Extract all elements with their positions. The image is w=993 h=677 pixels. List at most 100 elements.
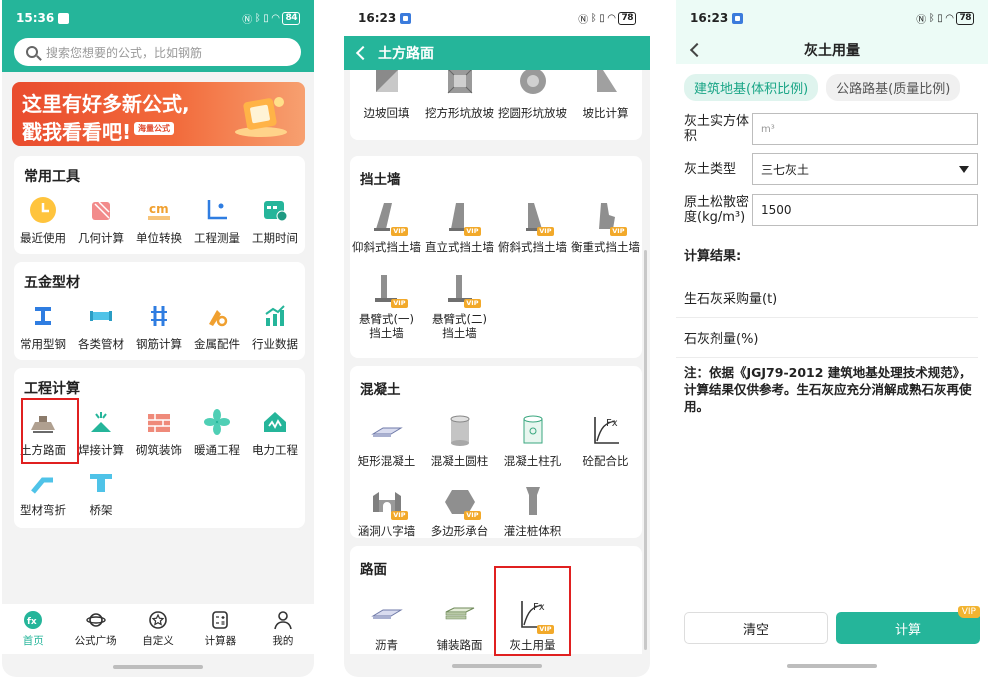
item-concrete-column-hole[interactable]: 混凝土柱孔 [496,414,569,468]
tab-formula-square[interactable]: 公式广场 [64,604,126,654]
item-vertical-wall[interactable]: VIP 直立式挡土墙 [423,200,496,254]
tab-home[interactable]: fx 首页 [2,604,64,654]
nav-bar: 灰土用量 [676,36,988,64]
tab-custom[interactable]: 自定义 [127,604,189,654]
tab-label: 自定义 [142,635,174,647]
volume-input[interactable]: m³ [752,113,978,145]
density-input[interactable]: 1500 [752,194,978,226]
item-cantilever-wall-2[interactable]: VIP 悬臂式(二)挡土墙 [423,272,496,340]
tool-label: 行业数据 [252,337,298,351]
search-icon [26,46,38,58]
toggle-building-foundation[interactable]: 建筑地基(体积比例) [684,74,819,101]
tool-label: 工期时间 [252,231,298,245]
item-rect-concrete[interactable]: 矩形混凝土 [350,414,423,468]
item-polygon-cap[interactable]: VIP 多边形承台 [423,484,496,538]
tool-steel-section[interactable]: 常用型钢 [14,302,72,362]
calculate-button[interactable]: 计算 VIP [836,606,980,644]
tool-profile-bend[interactable]: 型材弯折 [14,468,72,528]
item-label: 悬臂式(一)挡土墙 [359,312,414,340]
item-label: 灌注桩体积 [503,524,562,538]
tab-label: 我的 [272,635,294,647]
lime-soil-calculator-screen: 16:23 Ⓝ ᛒ ▯ ◠ 78 灰土用量 建筑地基(体积比例) 公路路基(质量… [676,0,988,677]
item-slope-backfill[interactable]: 边坡回填 [350,70,423,120]
tool-label: 钢筋计算 [136,337,182,351]
battery-icon: 78 [618,11,636,25]
card-title-common-tools: 常用工具 [24,169,80,185]
back-chevron-icon[interactable] [689,42,705,58]
vibrate-icon: ▯ [937,12,943,24]
item-inclined-wall[interactable]: VIP 仰斜式挡土墙 [350,200,423,254]
home-indicator [113,665,203,669]
tool-welding[interactable]: 焊接计算 [72,408,130,468]
home-indicator [787,664,877,668]
tool-cable-tray[interactable]: 桥架 [72,468,130,528]
item-asphalt[interactable]: 沥青 [350,598,423,652]
earthwork-list-screen: 16:23 Ⓝ ᛒ ▯ ◠ 78 土方路面 边坡回填 挖方形坑放坡 挖圆形坑放坡… [344,0,650,677]
tool-label: 焊接计算 [78,443,124,457]
item-mix-ratio[interactable]: Fx 砼配合比 [569,414,642,468]
tab-mine[interactable]: 我的 [252,604,314,654]
banner-tag: 海量公式 [134,122,174,135]
mode-toggle: 建筑地基(体积比例) 公路路基(质量比例) [676,64,988,101]
card-common-tools: 常用工具 最近使用 几何计算 cm 单位转换 工程测量 工期时间 [14,156,305,254]
status-time: 16:23 [358,11,397,25]
vip-badge: VIP [391,227,408,236]
banner-line2: 戳我看看吧! [22,120,132,144]
status-bar: 16:23 Ⓝ ᛒ ▯ ◠ 78 [344,0,650,36]
field-label: 灰土类型 [684,161,737,177]
home-screen: 15:36 Ⓝ ᛒ ▯ ◠ 84 搜索您想要的公式，比如钢筋 这里有好多新公式,… [2,0,314,677]
clear-button[interactable]: 清空 [684,612,828,644]
tool-metal-parts[interactable]: 金属配件 [188,302,246,362]
toggle-road-subgrade[interactable]: 公路路基(质量比例) [826,74,961,101]
promo-banner[interactable]: 这里有好多新公式, 戳我看看吧! 海量公式 [12,82,305,146]
note-text: 注：依据《JGJ79-2012 建筑地基处理技术规范》，计算结果仅供参考。生石灰… [684,365,972,414]
tool-label: 暖通工程 [194,443,240,457]
tool-schedule[interactable]: 工期时间 [246,196,304,256]
item-label: 多边形承台 [430,524,489,538]
tool-unit-convert[interactable]: cm 单位转换 [130,196,188,256]
bar-chart-icon [265,305,285,326]
tool-rebar[interactable]: 钢筋计算 [130,302,188,362]
search-input[interactable]: 搜索您想要的公式，比如钢筋 [14,38,301,66]
item-pile-volume[interactable]: 灌注桩体积 [496,484,569,538]
item-label: 悬臂式(二)挡土墙 [432,312,487,340]
tool-recent[interactable]: 最近使用 [14,196,72,256]
section-retaining-wall: 挡土墙 VIP 仰斜式挡土墙 VIP 直立式挡土墙 VIP 俯斜式挡土墙 VIP… [350,156,642,358]
item-round-pit[interactable]: 挖圆形坑放坡 [496,70,569,120]
item-slope-ratio[interactable]: 坡比计算 [569,70,642,120]
paving-layers-icon [445,607,474,620]
tool-geometry[interactable]: 几何计算 [72,196,130,256]
item-balance-wall[interactable]: VIP 衡重式挡土墙 [569,200,642,254]
app-notification-icon [400,12,412,24]
item-label: 矩形混凝土 [357,454,416,468]
tool-hvac[interactable]: 暖通工程 [188,408,246,468]
tab-calculator[interactable]: 计算器 [189,604,251,654]
svg-text:Fx: Fx [606,418,618,429]
item-label: 直立式挡土墙 [425,240,494,254]
item-label: 挖圆形坑放坡 [498,106,567,120]
tool-label: 单位转换 [136,231,182,245]
i-beam-icon [35,307,51,325]
item-cantilever-wall-1[interactable]: VIP 悬臂式(一)挡土墙 [350,272,423,340]
scrollbar[interactable] [644,250,647,650]
type-select[interactable]: 三七灰土 [752,153,978,185]
status-icons: Ⓝ ᛒ ▯ ◠ 78 [578,11,636,26]
bend-icon [31,477,53,494]
tool-pipes[interactable]: 各类管材 [72,302,130,362]
field-label: 原土松散密度(kg/m³) [684,195,750,225]
vip-badge: VIP [464,227,481,236]
nav-bar: 土方路面 [344,36,650,70]
back-chevron-icon[interactable] [355,45,371,61]
item-paved-road[interactable]: 铺装路面 [423,598,496,652]
tool-masonry[interactable]: 砌筑装饰 [130,408,188,468]
item-culvert-wall[interactable]: VIP 涵洞八字墙 [350,484,423,538]
tool-survey[interactable]: 工程测量 [188,196,246,256]
tool-label: 金属配件 [194,337,240,351]
tool-label: 最近使用 [20,231,66,245]
item-label: 边坡回填 [363,106,410,120]
tool-electrical[interactable]: 电力工程 [246,408,304,468]
item-declined-wall[interactable]: VIP 俯斜式挡土墙 [496,200,569,254]
tool-industry-data[interactable]: 行业数据 [246,302,304,362]
item-concrete-cylinder[interactable]: 混凝土圆柱 [423,414,496,468]
item-square-pit[interactable]: 挖方形坑放坡 [423,70,496,120]
